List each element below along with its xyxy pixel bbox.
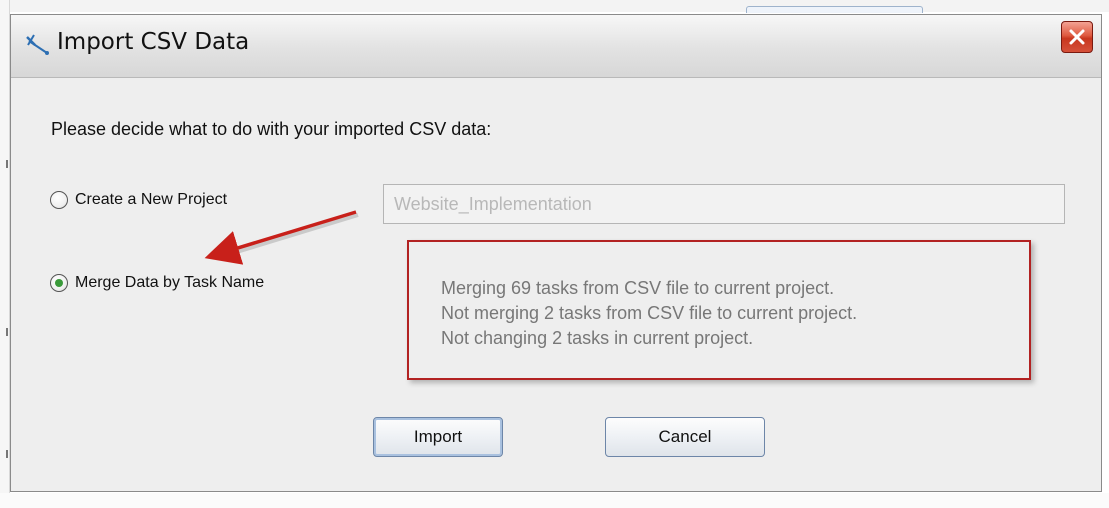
merge-summary-line: Not merging 2 tasks from CSV file to cur… (441, 303, 858, 323)
merge-summary-line: Not changing 2 tasks in current project. (441, 328, 754, 348)
cancel-button[interactable]: Cancel (605, 417, 765, 457)
merge-by-task-name-option[interactable]: Merge Data by Task Name (50, 274, 264, 292)
import-csv-dialog: Import CSV Data Please decide what to do… (10, 14, 1102, 492)
create-new-project-option[interactable]: Create a New Project (50, 191, 227, 209)
dialog-titlebar[interactable]: Import CSV Data (11, 15, 1101, 78)
pin-icon (25, 33, 53, 57)
project-name-field[interactable] (383, 184, 1065, 224)
create-new-project-label: Create a New Project (75, 191, 228, 208)
merge-summary-line: Merging 69 tasks from CSV file to curren… (441, 278, 835, 298)
background-app-footer (0, 493, 1109, 508)
radio-selected-dot (55, 279, 63, 287)
background-app-edge (0, 0, 10, 508)
background-app-strip (0, 0, 1109, 13)
dialog-prompt: Please decide what to do with your impor… (51, 119, 492, 139)
create-new-project-radio[interactable] (50, 191, 68, 209)
merge-summary-box: Merging 69 tasks from CSV file to curren… (407, 240, 1031, 380)
close-icon (1069, 29, 1085, 45)
background-tab (746, 6, 923, 13)
merge-by-task-name-radio[interactable] (50, 274, 68, 292)
dialog-title: Import CSV Data (57, 29, 250, 55)
import-button[interactable]: Import (373, 417, 503, 457)
merge-summary: Merging 69 tasks from CSV file to curren… (441, 276, 857, 351)
merge-by-task-name-label: Merge Data by Task Name (75, 274, 265, 291)
close-button[interactable] (1061, 21, 1093, 53)
